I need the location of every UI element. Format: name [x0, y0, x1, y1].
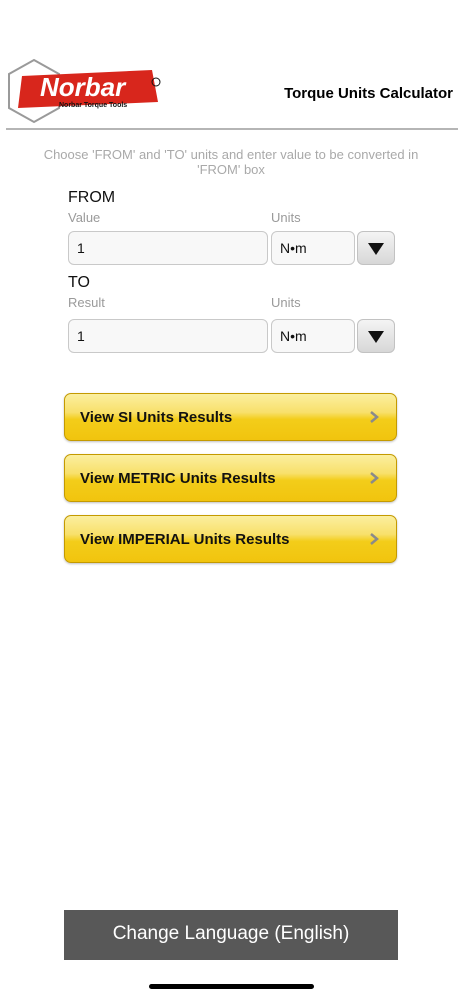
instructions-text: Choose 'FROM' and 'TO' units and enter v…	[43, 147, 419, 177]
chevron-right-icon	[370, 411, 379, 423]
to-result-text: 1	[77, 328, 85, 344]
view-metric-results-button[interactable]: View METRIC Units Results	[64, 454, 397, 502]
to-unit-text: N•m	[280, 328, 307, 344]
to-section-title: TO	[68, 274, 90, 291]
from-value-label: Value	[68, 210, 101, 225]
change-language-label: Change Language (English)	[112, 923, 350, 944]
from-section-title: FROM	[68, 189, 116, 206]
from-value-text: 1	[77, 240, 85, 256]
to-units-label: Units	[271, 295, 301, 310]
header-divider	[6, 128, 458, 130]
change-language-button[interactable]: Change Language (English)	[64, 910, 398, 960]
button-label: View METRIC Units Results	[80, 470, 276, 487]
from-unit-field[interactable]: N•m	[271, 231, 355, 265]
from-unit-text: N•m	[280, 240, 307, 256]
norbar-logo: Norbar Norbar Torque Tools	[4, 58, 164, 124]
app-header: Norbar Norbar Torque Tools Torque Units …	[0, 0, 462, 130]
from-value-input[interactable]: 1	[68, 231, 268, 265]
home-indicator[interactable]	[149, 984, 314, 989]
to-result-field: 1	[68, 319, 268, 353]
button-label: View IMPERIAL Units Results	[80, 531, 290, 548]
to-unit-field[interactable]: N•m	[271, 319, 355, 353]
page-title: Torque Units Calculator	[284, 85, 453, 102]
button-label: View SI Units Results	[80, 409, 233, 426]
from-unit-dropdown-button[interactable]	[357, 231, 395, 265]
svg-text:Norbar: Norbar	[40, 72, 127, 102]
view-imperial-results-button[interactable]: View IMPERIAL Units Results	[64, 515, 397, 563]
triangle-down-icon	[368, 243, 384, 255]
from-units-label: Units	[271, 210, 301, 225]
chevron-right-icon	[370, 533, 379, 545]
triangle-down-icon	[368, 331, 384, 343]
view-si-results-button[interactable]: View SI Units Results	[64, 393, 397, 441]
to-unit-dropdown-button[interactable]	[357, 319, 395, 353]
to-result-label: Result	[68, 295, 105, 310]
svg-text:Norbar Torque Tools: Norbar Torque Tools	[59, 102, 127, 109]
chevron-right-icon	[370, 472, 379, 484]
